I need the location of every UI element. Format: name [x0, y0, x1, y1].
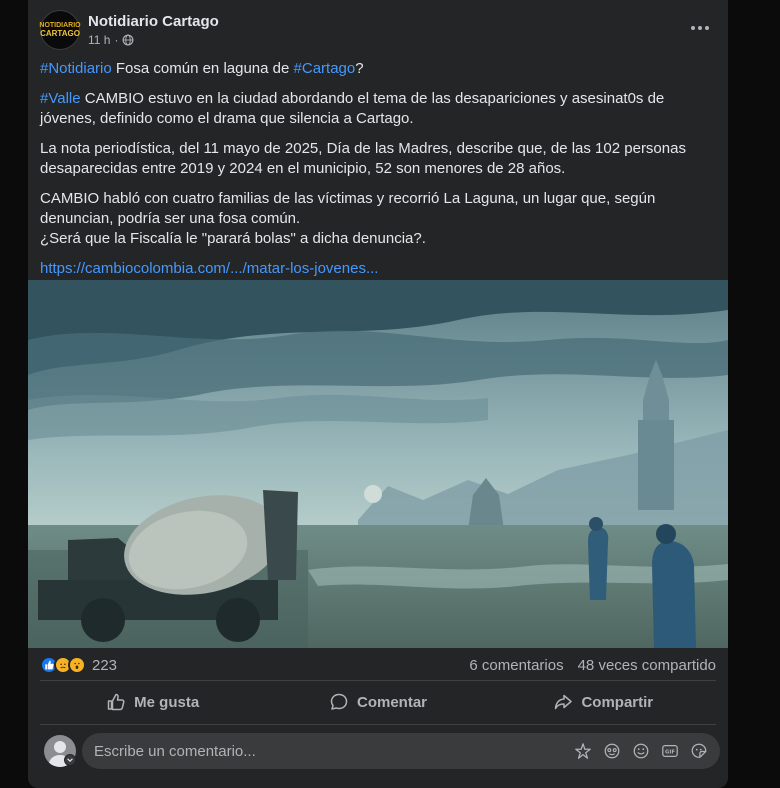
comment-placeholder: Escribe un comentario... — [94, 742, 256, 760]
hashtag-notidiario[interactable]: #Notidiario — [40, 60, 112, 77]
stats-right: 6 comentarios 48 veces compartido — [469, 657, 716, 674]
comment-bubble-icon — [330, 693, 348, 710]
share-arrow-icon — [555, 694, 573, 710]
dot-icon — [691, 26, 695, 30]
post-text: #Notidiario Fosa común en laguna de #Car… — [40, 59, 720, 289]
post-paragraph-2: #Valle CAMBIO estuvo en la ciudad aborda… — [40, 89, 720, 129]
post-paragraph-5: https://cambiocolombia.com/.../matar-los… — [40, 259, 720, 279]
actions-divider — [40, 724, 716, 725]
paragraph-text: ¿Será que la Fiscalía le "parará bolas" … — [40, 230, 426, 247]
avatar-head-shape — [54, 741, 66, 753]
post-actions: Me gusta Comentar Compartir — [40, 684, 716, 720]
post-paragraph-4: CAMBIO habló con cuatro familias de las … — [40, 189, 720, 249]
paragraph-text: Fosa común en laguna de — [111, 60, 294, 77]
svg-text:GIF: GIF — [665, 750, 675, 756]
stats-divider — [40, 680, 716, 681]
sticker-icon[interactable] — [690, 742, 708, 760]
post-card: NOTIDIARIO CARTAGO Notidiario Cartago 11… — [28, 0, 728, 788]
hashtag-valle[interactable]: #Valle — [40, 90, 81, 107]
reactions-summary[interactable]: 223 — [40, 656, 117, 674]
post-stats: 223 6 comentarios 48 veces compartido — [40, 654, 716, 676]
dot-icon — [705, 26, 709, 30]
share-button[interactable]: Compartir — [491, 684, 716, 720]
separator-dot: · — [114, 33, 119, 47]
post-time-row: 11 h · — [88, 32, 219, 48]
avatar-face-icon[interactable] — [603, 742, 621, 760]
paragraph-text: CAMBIO habló con cuatro familias de las … — [40, 190, 656, 227]
globe-icon[interactable] — [122, 34, 134, 46]
share-label: Compartir — [581, 693, 654, 711]
paragraph-text: ? — [355, 60, 364, 77]
comments-count[interactable]: 6 comentarios — [469, 657, 563, 674]
like-button[interactable]: Me gusta — [40, 684, 265, 720]
article-link[interactable]: https://cambiocolombia.com/.../matar-los… — [40, 260, 378, 277]
comment-label: Comentar — [356, 693, 427, 711]
post-paragraph-1: #Notidiario Fosa común en laguna de #Car… — [40, 59, 720, 79]
avatar-menu-chevron-icon[interactable] — [64, 754, 76, 766]
illustration-lagoon-scene — [28, 280, 728, 648]
emoji-icon[interactable] — [632, 742, 650, 760]
shares-count[interactable]: 48 veces compartido — [578, 657, 716, 674]
post-header: NOTIDIARIO CARTAGO Notidiario Cartago 11… — [39, 10, 219, 50]
page-name[interactable]: Notidiario Cartago — [88, 12, 219, 32]
thumbs-up-icon — [107, 693, 125, 711]
post-timestamp[interactable]: 11 h — [88, 32, 110, 48]
comment-input[interactable]: Escribe un comentario... GIF — [82, 733, 720, 769]
page-avatar[interactable]: NOTIDIARIO CARTAGO — [39, 10, 81, 50]
avatar-logo-line2: CARTAGO — [40, 29, 80, 38]
gif-icon[interactable]: GIF — [661, 742, 679, 760]
paragraph-text: CAMBIO estuvo en la ciudad abordando el … — [40, 90, 665, 127]
post-meta: Notidiario Cartago 11 h · — [88, 12, 219, 48]
dot-icon — [698, 26, 702, 30]
comment-button[interactable]: Comentar — [265, 684, 490, 720]
like-label: Me gusta — [134, 693, 200, 711]
more-options-button[interactable] — [688, 18, 712, 38]
comment-composer: Escribe un comentario... GIF — [44, 733, 720, 769]
reactions-count: 223 — [92, 656, 118, 674]
avatar-sticker-icon[interactable] — [574, 742, 592, 760]
comment-tools: GIF — [574, 742, 708, 760]
wow-reaction-icon — [68, 656, 86, 674]
post-paragraph-3: La nota periodística, del 11 mayo de 202… — [40, 140, 686, 177]
hashtag-cartago[interactable]: #Cartago — [294, 60, 356, 77]
post-image[interactable] — [28, 280, 728, 648]
